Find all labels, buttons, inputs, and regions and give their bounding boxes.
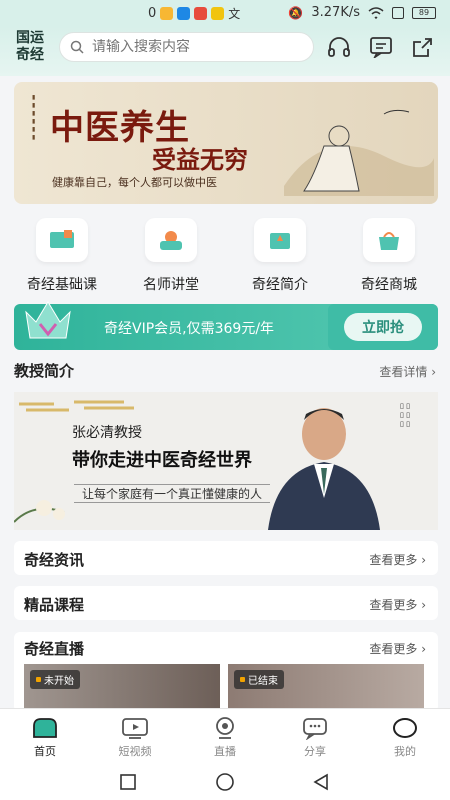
search-input[interactable] — [92, 39, 292, 55]
section-title: 教授简介 — [14, 362, 75, 380]
banner-caption: 健康靠自己，每个人都可以做中医 — [52, 176, 217, 189]
tab-profile[interactable]: 我的 — [370, 715, 440, 759]
course-icon — [36, 218, 88, 262]
section-title: 精品课程 — [24, 596, 85, 614]
live-section: 奇经直播 查看更多 › 未开始 已结束 — [14, 632, 438, 712]
live-icon — [216, 717, 234, 739]
status-bar: 0 文 🔕 3.27K/s 89 — [0, 0, 450, 26]
app-notification-icon — [194, 7, 208, 20]
tab-live[interactable]: 直播 — [190, 715, 260, 759]
tab-label: 我的 — [394, 745, 416, 758]
message-icon[interactable] — [368, 34, 394, 60]
professor-section-header: 教授简介 查看详情 › — [14, 360, 438, 382]
app-header: 国运奇经 — [0, 26, 450, 76]
vip-text: 奇经VIP会员,仅需369元/年 — [104, 321, 275, 337]
vip-buy-button[interactable]: 立即抢 — [328, 304, 438, 350]
section-title: 奇经资讯 — [24, 551, 85, 569]
professor-slogan: 带你走进中医奇经世界 — [72, 450, 252, 471]
notification-count: 0 — [148, 6, 157, 21]
crown-icon — [25, 301, 71, 339]
app-notification-icon — [177, 7, 191, 20]
banner-subtitle: 受益无穷 — [152, 145, 248, 174]
news-section[interactable]: 奇经资讯 查看更多 › — [14, 541, 438, 575]
category-shop[interactable]: 奇经商城 — [339, 218, 439, 294]
app-notification-icon — [160, 7, 174, 20]
tab-label: 短视频 — [118, 745, 152, 758]
profile-icon — [393, 718, 417, 738]
flower-decoration-icon — [14, 500, 65, 523]
category-intro[interactable]: 奇经简介 — [230, 218, 330, 294]
shop-icon — [363, 218, 415, 262]
video-icon — [122, 718, 148, 739]
intro-icon — [254, 218, 306, 262]
category-label: 奇经商城 — [361, 277, 417, 293]
battery-icon: 89 — [412, 6, 436, 19]
brand-logo[interactable]: 国运奇经 — [16, 30, 52, 64]
mute-icon: 🔕 — [288, 5, 304, 20]
category-grid: 奇经基础课 名师讲堂 奇经简介 奇经商城 — [0, 218, 450, 298]
category-label: 奇经基础课 — [27, 277, 97, 293]
professor-photo — [268, 408, 380, 530]
promo-banner[interactable]: ▮ ▮ ▮ ▮ ▮ ▮ 中医养生 受益无穷 健康靠自己，每个人都可以做中医 — [14, 82, 438, 204]
view-more-link[interactable]: 查看更多 › — [369, 551, 426, 568]
category-label: 奇经简介 — [252, 277, 308, 293]
headphones-icon[interactable] — [326, 34, 352, 60]
seal-decoration: ▮ ▮ ▮ ▮ ▮ ▮ — [32, 94, 36, 141]
tab-short-video[interactable]: 短视频 — [100, 715, 170, 759]
live-item[interactable]: 未开始 — [24, 664, 220, 712]
back-icon[interactable] — [310, 771, 332, 793]
live-status-badge: 未开始 — [30, 670, 80, 689]
share-chat-icon — [303, 718, 327, 740]
bottom-tab-bar: 首页 短视频 直播 分享 我的 — [0, 708, 450, 764]
tab-share[interactable]: 分享 — [280, 715, 350, 759]
view-more-link[interactable]: 查看更多 › — [369, 640, 426, 657]
tab-label: 首页 — [34, 745, 56, 758]
tab-home[interactable]: 首页 — [10, 715, 80, 759]
share-icon[interactable] — [410, 34, 436, 60]
category-basic-course[interactable]: 奇经基础课 — [12, 218, 112, 294]
section-title: 奇经直播 — [24, 640, 85, 658]
live-item[interactable]: 已结束 — [228, 664, 424, 712]
search-bar[interactable] — [59, 32, 314, 62]
home-button-icon[interactable] — [214, 771, 236, 793]
status-notifications: 0 文 — [148, 5, 240, 22]
vip-buy-label: 立即抢 — [344, 313, 422, 341]
vip-banner[interactable]: 奇经VIP会员,仅需369元/年 立即抢 — [14, 301, 438, 350]
live-status-badge: 已结束 — [234, 670, 284, 689]
wifi-icon — [368, 6, 384, 19]
scholar-illustration-icon — [284, 109, 434, 196]
professor-banner[interactable]: 张必清教授 带你走进中医奇经世界 让每个家庭有一个真正懂健康的人 ▯ ▯ ▯ ▯ ▯… — [14, 392, 438, 530]
app-notification-icon — [211, 7, 225, 20]
translate-icon: 文 — [228, 7, 241, 21]
search-icon — [70, 40, 84, 54]
status-right: 🔕 3.27K/s 89 — [288, 5, 436, 20]
net-speed: 3.27K/s — [311, 5, 360, 20]
home-icon — [33, 718, 57, 738]
category-label: 名师讲堂 — [143, 277, 199, 293]
view-more-link[interactable]: 查看更多 › — [369, 596, 426, 613]
professor-caption-decoration: ▯ ▯ ▯ ▯ ▯ ▯ — [400, 402, 410, 428]
recent-apps-icon[interactable] — [117, 771, 139, 793]
professor-tagline: 让每个家庭有一个真正懂健康的人 — [74, 484, 271, 503]
category-lecture[interactable]: 名师讲堂 — [121, 218, 221, 294]
system-navigation-bar — [0, 764, 450, 800]
view-details-link[interactable]: 查看详情 › — [379, 363, 436, 380]
tab-label: 直播 — [214, 745, 236, 758]
tab-label: 分享 — [304, 745, 326, 758]
lecture-icon — [145, 218, 197, 262]
professor-name: 张必清教授 — [72, 425, 142, 441]
sim-icon — [392, 6, 404, 19]
courses-section[interactable]: 精品课程 查看更多 › — [14, 586, 438, 620]
